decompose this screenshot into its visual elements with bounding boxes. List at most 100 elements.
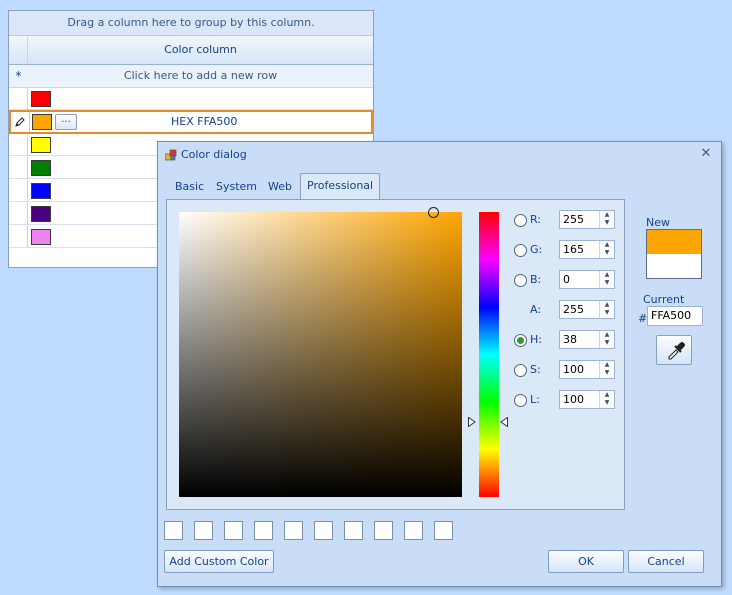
tab-basic[interactable]: Basic [175,175,204,199]
channel-spinner[interactable]: 255 ▲ ▼ [559,210,615,229]
channel-row: L: 100 ▲ ▼ [514,390,619,412]
close-button[interactable]: ✕ [697,145,715,163]
tab-system[interactable]: System [216,175,257,199]
channel-row: B: 0 ▲ ▼ [514,270,619,292]
channel-row: H: 38 ▲ ▼ [514,330,619,352]
table-row-editing[interactable]: ... HEX FFA500 [9,110,373,134]
color-picker-marker[interactable] [428,207,439,218]
eyedropper-button[interactable] [656,335,692,365]
color-dialog-icon [165,149,177,161]
channel-radio[interactable] [514,274,527,287]
new-color-swatch [647,230,701,254]
channel-radio[interactable] [514,214,527,227]
channel-value[interactable]: 255 [563,301,584,318]
channel-spinner[interactable]: 100 ▲ ▼ [559,360,615,379]
color-swatch [31,91,51,107]
channel-label: S: [530,363,541,376]
tab-web[interactable]: Web [268,175,292,199]
editing-hex-value[interactable]: HEX FFA500 [171,112,237,132]
channel-value[interactable]: 165 [563,241,584,258]
spinner-arrows-icon[interactable]: ▲ ▼ [599,361,614,378]
spinner-arrows-icon[interactable]: ▲ ▼ [599,331,614,348]
row-indicator[interactable] [11,112,30,132]
channel-value[interactable]: 38 [563,331,577,348]
professional-tab-page: R: 255 ▲ ▼ G: 165 ▲ ▼ B: 0 ▲ ▼ A: 255 ▲ ▼ H: 38 ▲ ▼ S: 100 ▲ ▼ L… [166,199,625,510]
row-indicator[interactable] [9,134,28,156]
custom-color-slot[interactable] [314,521,333,540]
table-row[interactable] [9,88,373,110]
row-indicator[interactable] [9,180,28,202]
channel-spinner[interactable]: 255 ▲ ▼ [559,300,615,319]
channel-spinner[interactable]: 38 ▲ ▼ [559,330,615,349]
spinner-arrows-icon[interactable]: ▲ ▼ [599,211,614,228]
current-color-label: Current [643,293,685,306]
cancel-button[interactable]: Cancel [628,550,704,573]
current-color-swatch [647,254,701,278]
channel-row: A: 255 ▲ ▼ [514,300,619,322]
dialog-title: Color dialog [181,148,247,161]
channel-radio[interactable] [514,364,527,377]
custom-color-slot[interactable] [374,521,393,540]
hue-slider-left-arrow-icon[interactable] [468,417,476,427]
channel-label: L: [530,393,540,406]
channel-value[interactable]: 0 [563,271,570,288]
channel-radio[interactable] [514,394,527,407]
spinner-arrows-icon[interactable]: ▲ ▼ [599,241,614,258]
color-swatch [32,114,52,130]
custom-color-slot[interactable] [344,521,363,540]
channel-radio[interactable] [514,334,527,347]
channel-radio[interactable] [514,244,527,257]
grid-header-row: Color column [9,36,373,65]
column-header-color[interactable]: Color column [28,36,373,64]
eyedropper-icon [668,342,685,360]
channel-spinner[interactable]: 0 ▲ ▼ [559,270,615,289]
color-swatch [31,137,51,153]
custom-color-slot[interactable] [164,521,183,540]
channel-label: B: [530,273,542,286]
custom-color-slot[interactable] [284,521,303,540]
channel-row: G: 165 ▲ ▼ [514,240,619,262]
spinner-arrows-icon[interactable]: ▲ ▼ [599,271,614,288]
custom-color-slot[interactable] [194,521,213,540]
color-preview [646,229,702,279]
channel-value[interactable]: 100 [563,361,584,378]
ok-button[interactable]: OK [548,550,624,573]
spinner-arrows-icon[interactable]: ▲ ▼ [599,391,614,408]
hex-input[interactable]: FFA500 [647,306,703,326]
add-new-row[interactable]: * Click here to add a new row [9,65,373,88]
dialog-titlebar[interactable]: Color dialog ✕ [158,142,721,168]
saturation-lightness-area[interactable] [179,207,462,497]
header-row-indicator [9,36,28,64]
hex-prefix: # [638,312,648,325]
channel-row: S: 100 ▲ ▼ [514,360,619,382]
row-indicator[interactable] [9,203,28,225]
channel-label: A: [530,303,542,316]
row-indicator[interactable] [9,226,28,248]
tab-professional[interactable]: Professional [300,173,381,200]
channel-spinner[interactable]: 100 ▲ ▼ [559,390,615,409]
channel-spinner[interactable]: 165 ▲ ▼ [559,240,615,259]
add-new-row-text: Click here to add a new row [123,69,278,82]
color-swatch [31,229,51,245]
color-swatch [31,206,51,222]
hue-slider[interactable] [479,212,499,497]
row-indicator[interactable] [9,88,28,110]
color-swatch [31,183,51,199]
close-icon: ✕ [700,146,712,161]
color-edit-button[interactable]: ... [55,114,77,130]
channel-value[interactable]: 100 [563,391,584,408]
channel-value[interactable]: 255 [563,211,584,228]
channel-label: H: [530,333,542,346]
group-by-panel[interactable]: Drag a column here to group by this colu… [9,11,373,36]
channel-row: R: 255 ▲ ▼ [514,210,619,232]
custom-color-slot[interactable] [254,521,273,540]
custom-color-slot[interactable] [434,521,453,540]
color-dialog: Color dialog ✕ Basic System Web Professi… [157,141,722,587]
row-indicator[interactable] [9,157,28,179]
add-custom-color-button[interactable]: Add Custom Color [164,550,274,573]
hue-slider-right-arrow-icon[interactable] [500,417,508,427]
spinner-arrows-icon[interactable]: ▲ ▼ [599,301,614,318]
channel-label: R: [530,213,542,226]
custom-color-slot[interactable] [224,521,243,540]
custom-color-slot[interactable] [404,521,423,540]
